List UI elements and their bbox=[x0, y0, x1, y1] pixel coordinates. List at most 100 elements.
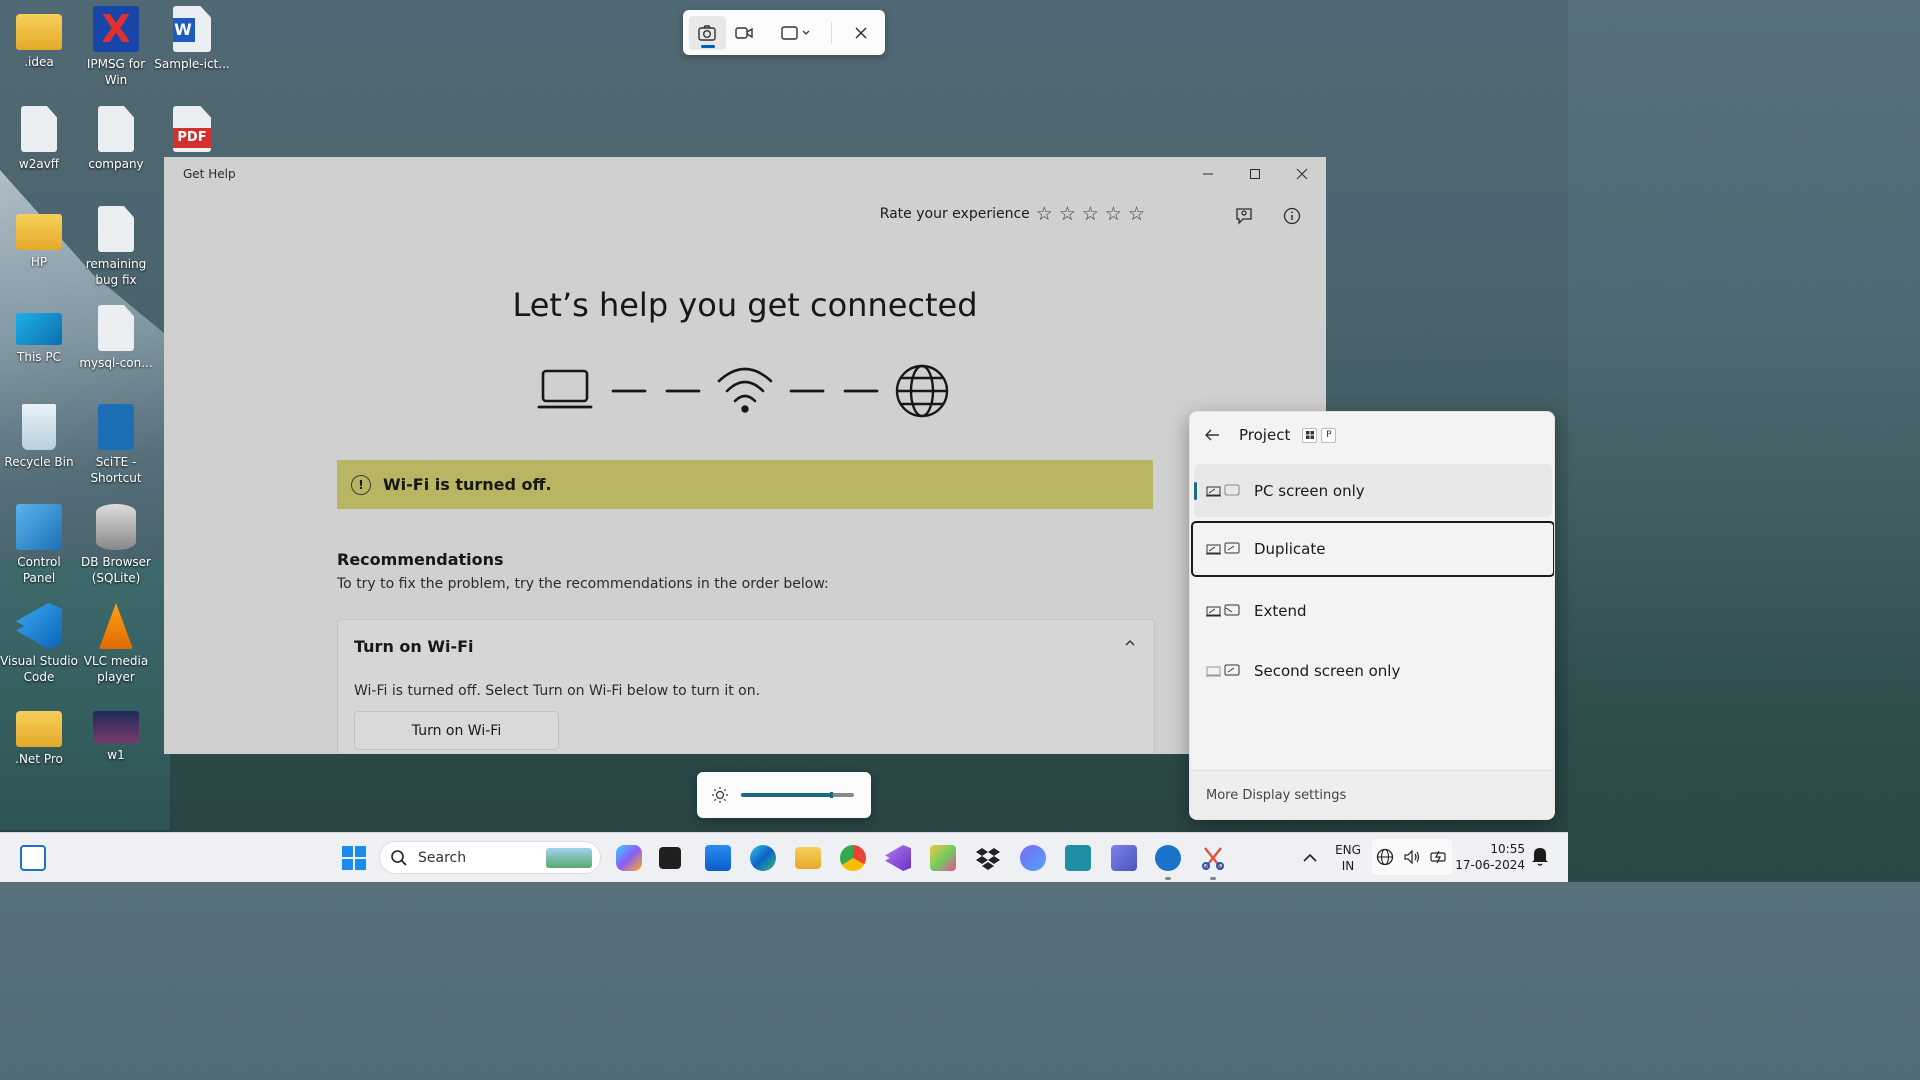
close-window-button[interactable] bbox=[1279, 158, 1325, 190]
desktop-icon-label: IPMSG for Win bbox=[86, 57, 146, 87]
desktop-icon-sample-doc[interactable]: Sample-ict... bbox=[153, 0, 231, 72]
settings-file-icon bbox=[98, 106, 134, 152]
bell-icon bbox=[1532, 848, 1548, 866]
visual-studio-icon[interactable] bbox=[885, 845, 911, 871]
notifications-button[interactable] bbox=[1530, 845, 1556, 871]
clock-date: 17-06-2024 bbox=[1455, 858, 1525, 872]
expander-title[interactable]: Turn on Wi-Fi bbox=[354, 637, 474, 656]
pdf-file-icon bbox=[173, 106, 211, 152]
scribe-app-icon[interactable] bbox=[1065, 845, 1091, 871]
star-icon[interactable]: ☆ bbox=[1082, 204, 1099, 224]
turn-on-wifi-expander: Turn on Wi-Fi Wi-Fi is turned off. Selec… bbox=[337, 619, 1155, 753]
chevron-up-icon[interactable] bbox=[1124, 635, 1136, 651]
project-option-extend[interactable]: Extend bbox=[1194, 584, 1552, 637]
desktop-icon-w1[interactable]: w1 bbox=[77, 697, 155, 763]
search-placeholder: Search bbox=[418, 849, 467, 866]
project-header: Project P bbox=[1204, 426, 1337, 444]
maximize-icon bbox=[1250, 169, 1260, 179]
camera-icon bbox=[698, 24, 717, 41]
project-option-second-screen-only[interactable]: Second screen only bbox=[1194, 644, 1552, 697]
folder-icon bbox=[16, 711, 62, 747]
back-button[interactable] bbox=[1204, 428, 1224, 442]
brightness-slider[interactable] bbox=[741, 792, 854, 798]
get-help-window: Get Help Rate your experience ☆ ☆ ☆ ☆ ☆ … bbox=[164, 157, 1326, 754]
desktop-icon-ipmsg[interactable]: IPMSG for Win bbox=[77, 0, 155, 88]
snip-shape-dropdown[interactable] bbox=[771, 16, 821, 50]
desktop-icon-vscode[interactable]: Visual Studio Code bbox=[0, 597, 78, 685]
second-screen-only-icon bbox=[1206, 664, 1240, 678]
snipping-toolbar bbox=[683, 10, 885, 55]
scite-app-icon bbox=[98, 404, 134, 450]
language-indicator[interactable]: ENG IN bbox=[1332, 842, 1364, 874]
desktop-icon-company[interactable]: company bbox=[77, 100, 155, 172]
feedback-button[interactable] bbox=[1230, 202, 1258, 230]
star-icon[interactable]: ☆ bbox=[1059, 204, 1076, 224]
recycle-bin-icon bbox=[22, 404, 56, 450]
about-button[interactable] bbox=[1278, 202, 1306, 230]
close-snip-button[interactable] bbox=[842, 16, 879, 50]
wifi-icon bbox=[717, 367, 773, 413]
desktop-icon-db-browser[interactable]: DB Browser (SQLite) bbox=[77, 498, 155, 586]
mail-icon[interactable] bbox=[705, 845, 731, 871]
brightness-thumb[interactable] bbox=[830, 792, 834, 798]
connection-diagram bbox=[537, 364, 949, 418]
file-explorer-icon[interactable] bbox=[795, 847, 821, 869]
system-tray-group[interactable] bbox=[1372, 839, 1452, 875]
project-title: Project bbox=[1239, 426, 1291, 444]
desktop-icon-control-panel[interactable]: Control Panel bbox=[0, 498, 78, 586]
terminal-icon[interactable] bbox=[659, 847, 681, 869]
project-option-pc-screen-only[interactable]: PC screen only bbox=[1194, 464, 1552, 517]
brightness-flyout bbox=[697, 772, 871, 818]
chrome-browser-icon[interactable] bbox=[840, 845, 866, 871]
star-icon[interactable]: ☆ bbox=[1128, 204, 1145, 224]
brightness-fill bbox=[741, 793, 832, 797]
desktop-icon-remaining-bug-fix[interactable]: remaining bug fix bbox=[77, 200, 155, 288]
desktop-icon-this-pc[interactable]: This PC bbox=[0, 299, 78, 365]
clock[interactable]: 10:55 17-06-2024 bbox=[1455, 841, 1529, 873]
globe-icon bbox=[895, 364, 949, 418]
teams-icon[interactable] bbox=[1111, 845, 1137, 871]
close-icon bbox=[1296, 168, 1308, 180]
desktop-icon-pdf[interactable] bbox=[153, 100, 231, 156]
show-hidden-icons-button[interactable] bbox=[1297, 845, 1323, 871]
maximize-button[interactable] bbox=[1232, 158, 1278, 190]
widgets-icon[interactable] bbox=[20, 845, 46, 871]
page-heading: Let’s help you get connected bbox=[512, 286, 978, 324]
search-icon bbox=[391, 849, 407, 866]
desktop-icon-label: Control Panel bbox=[17, 555, 61, 585]
snipping-tool-icon[interactable] bbox=[1200, 845, 1226, 871]
project-panel: Project P PC screen only Duplicate Exten… bbox=[1189, 411, 1555, 820]
image-file-icon bbox=[93, 711, 139, 743]
turn-on-wifi-button[interactable]: Turn on Wi-Fi bbox=[354, 711, 559, 750]
desktop-icon-recycle-bin[interactable]: Recycle Bin bbox=[0, 398, 78, 470]
desktop-icon-idea[interactable]: .idea bbox=[0, 0, 78, 70]
paint-app-icon[interactable] bbox=[930, 845, 956, 871]
star-icon[interactable]: ☆ bbox=[1036, 204, 1053, 224]
desktop-icon-vlc[interactable]: VLC media player bbox=[77, 597, 155, 685]
taskbar-search[interactable]: Search bbox=[379, 841, 601, 874]
desktop-icon-label: SciTE - Shortcut bbox=[90, 455, 142, 485]
star-icon[interactable]: ☆ bbox=[1105, 204, 1122, 224]
edge-browser-icon[interactable] bbox=[750, 845, 776, 871]
project-option-duplicate[interactable]: Duplicate bbox=[1191, 521, 1554, 577]
get-help-icon[interactable] bbox=[1155, 845, 1181, 871]
copilot-icon[interactable] bbox=[616, 845, 642, 871]
record-mode-button[interactable] bbox=[726, 16, 763, 50]
option-label: Second screen only bbox=[1254, 661, 1401, 680]
minimize-button[interactable] bbox=[1185, 158, 1231, 190]
search-highlight-icon bbox=[546, 848, 592, 868]
desktop-icon-w2avff[interactable]: w2avff bbox=[0, 100, 78, 172]
desktop-icon-net-pro[interactable]: .Net Pro bbox=[0, 697, 78, 767]
database-icon bbox=[96, 504, 136, 550]
start-button[interactable] bbox=[341, 845, 367, 871]
dropbox-icon[interactable] bbox=[975, 845, 1001, 871]
copilot-app-icon[interactable] bbox=[1020, 845, 1046, 871]
rectangle-mode-icon bbox=[781, 25, 810, 40]
desktop-icon-hp[interactable]: HP bbox=[0, 200, 78, 270]
feedback-icon bbox=[1236, 208, 1252, 225]
screenshot-mode-button[interactable] bbox=[689, 15, 726, 50]
desktop-icon-mysql[interactable]: mysql-con... bbox=[77, 299, 155, 371]
desktop-icon-scite[interactable]: SciTE - Shortcut bbox=[77, 398, 155, 486]
desktop-icon-label: company bbox=[88, 157, 144, 171]
more-display-settings-link[interactable]: More Display settings bbox=[1190, 770, 1554, 819]
